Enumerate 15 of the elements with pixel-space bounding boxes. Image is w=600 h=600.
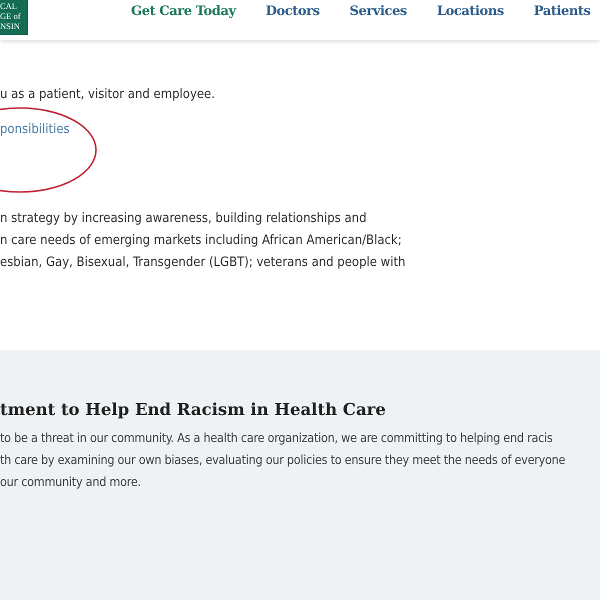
nav-link[interactable]: Services bbox=[350, 4, 407, 19]
nav-link[interactable]: Locations bbox=[436, 4, 504, 19]
nav-link[interactable]: Patients bbox=[534, 4, 590, 19]
nav-link[interactable]: Get Care Today bbox=[131, 4, 236, 19]
body-text: th care by examining our own biases, evaluating our policies to ensure they meet the needs of everyone bbox=[0, 451, 566, 469]
body-text: n care needs of emerging markets including African American/Black; bbox=[0, 232, 403, 250]
body-text: n strategy by increasing awareness, building relationships and bbox=[0, 210, 368, 228]
nav-link[interactable]: Doctors bbox=[266, 4, 320, 19]
section-heading: tment to Help End Racism in Health Care bbox=[0, 400, 387, 419]
responsibilities-link[interactable]: ponsibilities bbox=[0, 119, 70, 141]
body-text: u as a patient, visitor and employee. bbox=[0, 86, 216, 104]
logo[interactable]: CAL GE of NSIN bbox=[0, 0, 28, 35]
body-text: to be a threat in our community. As a health care organization, we are committing to helping end racis bbox=[0, 429, 554, 447]
body-text: esbian, Gay, Bisexual, Transgender (LGBT); veterans and people with bbox=[0, 254, 406, 272]
body-text: our community and more. bbox=[0, 473, 142, 491]
